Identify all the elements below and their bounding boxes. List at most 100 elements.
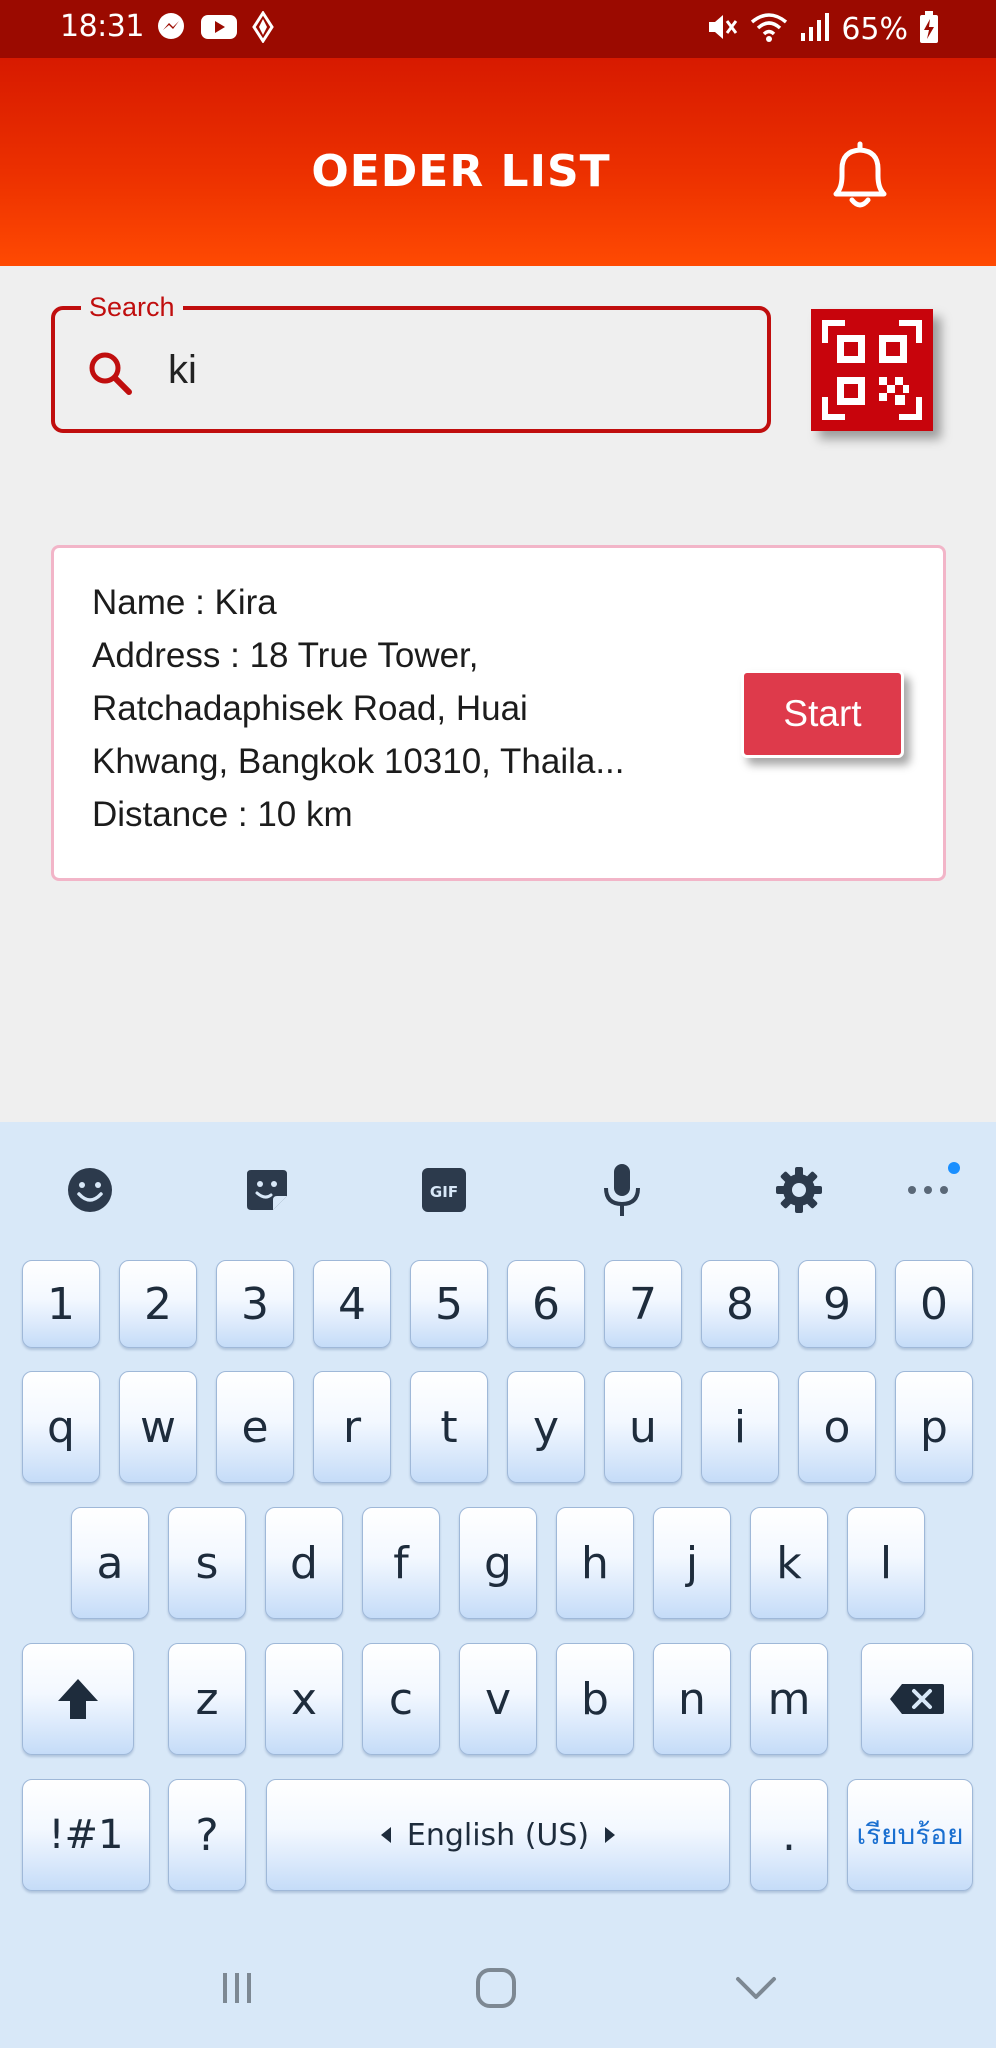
on-screen-keyboard: GIF 1 2 3 4 5 6 7 8 9 0 q w e r t y u i o p a s d f g h j k l z x c v b n m… [0,1122,996,1933]
home-icon[interactable] [466,1963,526,2013]
key-p-label: p [920,1401,948,1453]
key-i[interactable]: i [701,1371,779,1483]
key-v[interactable]: v [459,1643,537,1755]
key-b-label: b [581,1673,609,1725]
space-key-label: English (US) [406,1817,590,1853]
backspace-icon [890,1684,944,1714]
diamond-icon [252,10,274,47]
key-0[interactable]: 0 [895,1260,973,1348]
shift-icon [58,1679,98,1719]
key-3-label: 3 [241,1278,269,1330]
key-r-label: r [342,1401,362,1453]
backspace-key[interactable] [861,1643,973,1755]
key-p[interactable]: p [895,1371,973,1483]
key-j[interactable]: j [653,1507,731,1619]
recent-apps-icon[interactable] [207,1963,267,2013]
period-key[interactable]: . [750,1779,828,1891]
key-t[interactable]: t [410,1371,488,1483]
key-c[interactable]: c [362,1643,440,1755]
key-7[interactable]: 7 [604,1260,682,1348]
key-g-label: g [484,1537,512,1589]
space-key[interactable]: English (US) [266,1779,730,1891]
key-5[interactable]: 5 [410,1260,488,1348]
period-key-label: . [782,1809,796,1861]
key-2-label: 2 [144,1278,172,1330]
key-c-label: c [388,1673,414,1725]
key-l[interactable]: l [847,1507,925,1619]
key-9[interactable]: 9 [798,1260,876,1348]
key-f[interactable]: f [362,1507,440,1619]
key-z[interactable]: z [168,1643,246,1755]
settings-icon[interactable] [771,1162,827,1218]
status-time: 18:31 [60,9,144,44]
shift-key[interactable] [22,1643,134,1755]
key-4-label: 4 [338,1278,366,1330]
key-3[interactable]: 3 [216,1260,294,1348]
key-n-label: n [678,1673,706,1725]
key-w[interactable]: w [119,1371,197,1483]
key-k[interactable]: k [750,1507,828,1619]
key-y-label: y [532,1401,560,1453]
key-o-label: o [823,1401,851,1453]
start-button[interactable]: Start [741,670,904,758]
key-x[interactable]: x [265,1643,343,1755]
key-w-label: w [140,1401,176,1453]
gif-icon[interactable]: GIF [416,1162,472,1218]
order-distance: Distance : 10 km [92,795,353,834]
key-y[interactable]: y [507,1371,585,1483]
question-key-label: ? [195,1809,219,1861]
key-n[interactable]: n [653,1643,731,1755]
youtube-icon [200,13,238,45]
key-4[interactable]: 4 [313,1260,391,1348]
key-l-label: l [879,1537,893,1589]
symbols-key[interactable]: !#1 [22,1779,150,1891]
key-d-label: d [290,1537,318,1589]
key-h[interactable]: h [556,1507,634,1619]
key-u[interactable]: u [604,1371,682,1483]
order-address-line-3: Khwang, Bangkok 10310, Thaila... [92,742,625,781]
battery-percent: 65% [841,11,908,47]
order-name: Name : Kira [92,583,277,622]
key-s[interactable]: s [168,1507,246,1619]
messenger-icon [156,12,186,46]
key-m-label: m [767,1673,811,1725]
key-8-label: 8 [726,1278,754,1330]
bell-icon[interactable] [820,136,900,216]
question-key[interactable]: ? [168,1779,246,1891]
search-input[interactable] [168,330,728,410]
key-2[interactable]: 2 [119,1260,197,1348]
order-address-line-1: Address : 18 True Tower, [92,636,479,675]
key-m[interactable]: m [750,1643,828,1755]
key-1[interactable]: 1 [22,1260,100,1348]
key-8[interactable]: 8 [701,1260,779,1348]
key-0-label: 0 [920,1278,948,1330]
key-o[interactable]: o [798,1371,876,1483]
qr-code-button[interactable] [811,309,933,431]
mute-icon [705,11,739,47]
keyboard-toolbar: GIF [0,1122,996,1247]
done-key[interactable]: เรียบร้อย [847,1779,973,1891]
key-a[interactable]: a [71,1507,149,1619]
key-q-label: q [47,1401,75,1453]
key-a-label: a [96,1537,124,1589]
key-r[interactable]: r [313,1371,391,1483]
gif-label: GIF [430,1183,458,1201]
sticker-icon[interactable] [239,1162,295,1218]
key-z-label: z [195,1673,219,1725]
search-field[interactable]: Search [51,289,771,433]
key-g[interactable]: g [459,1507,537,1619]
mic-icon[interactable] [594,1162,650,1218]
back-chevron-icon[interactable] [726,1963,786,2013]
page-title: OEDER LIST [311,146,611,197]
key-q[interactable]: q [22,1371,100,1483]
key-f-label: f [393,1537,409,1589]
done-key-label: เรียบร้อย [856,1818,964,1851]
emoji-icon[interactable] [62,1162,118,1218]
key-d[interactable]: d [265,1507,343,1619]
key-e[interactable]: e [216,1371,294,1483]
key-6[interactable]: 6 [507,1260,585,1348]
key-h-label: h [581,1537,609,1589]
navigation-bar [0,1933,996,2048]
key-b[interactable]: b [556,1643,634,1755]
status-bar: 18:31 65% [0,0,996,58]
